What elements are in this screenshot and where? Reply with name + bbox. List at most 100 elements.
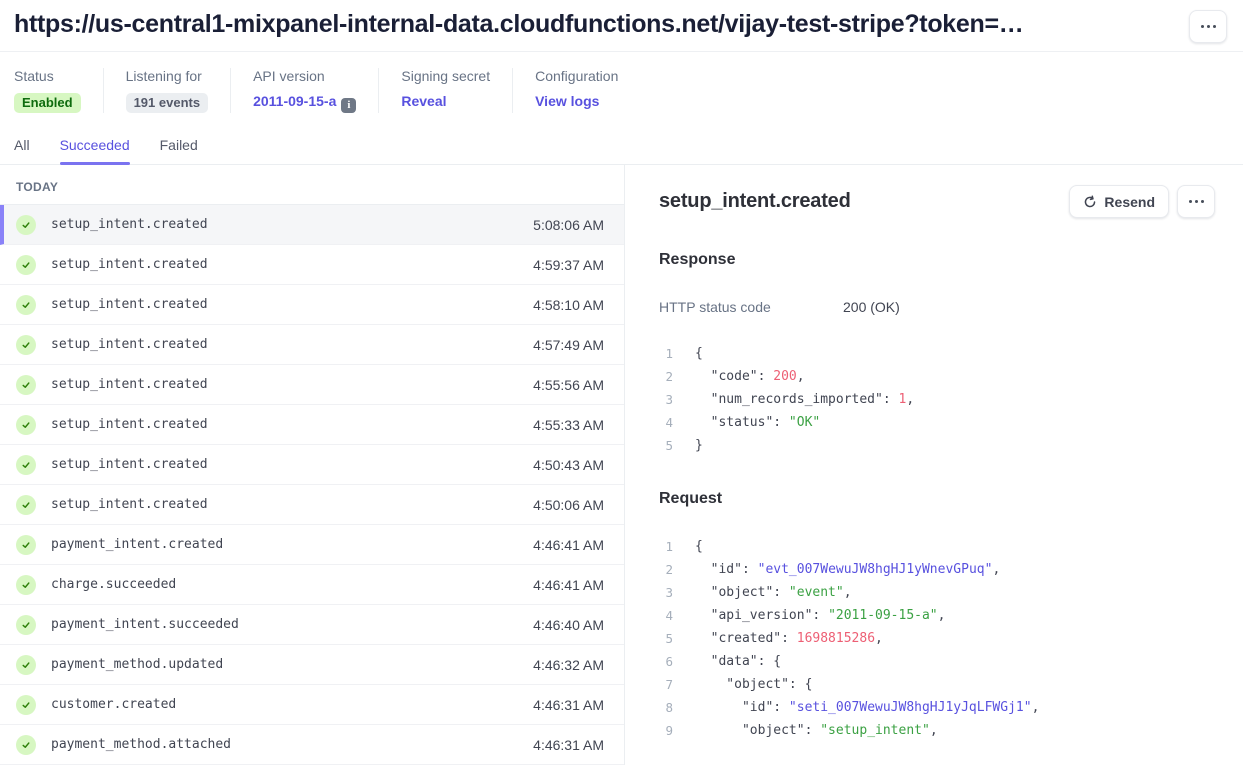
status-col-api-version: API version 2011-09-15-a i — [230, 68, 378, 113]
event-list-item[interactable]: payment_method.updated4:46:32 AM — [0, 645, 624, 685]
code-token: 200 — [773, 365, 796, 388]
object-id-link[interactable]: "evt_007WewuJW8hgHJ1yWnevGPuq" — [758, 558, 993, 581]
event-name: payment_method.updated — [51, 657, 223, 672]
http-status-label: HTTP status code — [659, 299, 843, 315]
status-label: Status — [14, 68, 81, 84]
header-overflow-button[interactable] — [1189, 10, 1227, 43]
code-token: , — [992, 558, 1000, 581]
code-token: 1698815286 — [797, 627, 875, 650]
line-number: 2 — [659, 365, 673, 388]
code-token: , — [938, 604, 946, 627]
line-number: 4 — [659, 604, 673, 627]
request-code-block: 1{2 "id": "evt_007WewuJW8hgHJ1yWnevGPuq"… — [659, 535, 1215, 742]
code-token: { — [695, 342, 703, 365]
event-list-item[interactable]: setup_intent.created 4:55:33 AM — [0, 405, 624, 445]
event-name: payment_intent.succeeded — [51, 617, 239, 632]
tab-succeeded[interactable]: Succeeded — [60, 137, 130, 164]
code-line: 5} — [659, 434, 1215, 457]
event-name: setup_intent.created — [51, 337, 208, 352]
code-line: 1{ — [659, 342, 1215, 365]
event-list-item[interactable]: setup_intent.created4:57:49 AM — [0, 325, 624, 365]
code-token: , — [906, 388, 914, 411]
event-list-item[interactable]: setup_intent.created4:58:10 AM — [0, 285, 624, 325]
resend-button-label: Resend — [1104, 194, 1155, 210]
event-list-item[interactable]: charge.succeeded4:46:41 AM — [0, 565, 624, 605]
success-check-icon — [16, 255, 36, 275]
event-time: 5:08:06 AM — [533, 217, 604, 233]
event-group-header: TODAY — [0, 165, 624, 205]
event-name: payment_method.attached — [51, 737, 231, 752]
event-name: setup_intent.created — [51, 417, 208, 432]
http-status-value: 200 (OK) — [843, 299, 900, 315]
event-time: 4:59:37 AM — [533, 257, 604, 273]
request-section-heading: Request — [659, 490, 1215, 508]
success-check-icon — [16, 695, 36, 715]
object-id-link[interactable]: "seti_007WewuJW8hgHJ1yJqLFWGj1" — [789, 696, 1032, 719]
detail-header: setup_intent.created Resend — [659, 185, 1215, 218]
status-col-listening: Listening for 191 events — [103, 68, 231, 113]
status-bar: Status Enabled Listening for 191 events … — [0, 52, 1243, 127]
event-name: payment_intent.created — [51, 537, 223, 552]
code-line: 3 "object": "event", — [659, 581, 1215, 604]
success-check-icon — [16, 495, 36, 515]
response-code-block: 1{2 "code": 200,3 "num_records_imported"… — [659, 342, 1215, 457]
code-line: 6 "data": { — [659, 650, 1215, 673]
line-number: 1 — [659, 342, 673, 365]
code-token: "object": — [695, 719, 820, 742]
event-list-item[interactable]: payment_intent.created 4:46:41 AM — [0, 525, 624, 565]
success-check-icon — [16, 295, 36, 315]
code-line: 8 "id": "seti_007WewuJW8hgHJ1yJqLFWGj1", — [659, 696, 1215, 719]
ellipsis-icon — [1201, 25, 1216, 28]
code-token: "setup_intent" — [820, 719, 930, 742]
event-list-item[interactable]: payment_method.attached4:46:31 AM — [0, 725, 624, 765]
event-name: setup_intent.created — [51, 297, 208, 312]
success-check-icon — [16, 655, 36, 675]
event-time: 4:50:06 AM — [533, 497, 604, 513]
code-token: "api_version": — [695, 604, 828, 627]
event-list-item[interactable]: setup_intent.created 5:08:06 AM — [0, 205, 624, 245]
line-number: 5 — [659, 434, 673, 457]
detail-overflow-button[interactable] — [1177, 185, 1215, 218]
code-token: "OK" — [789, 411, 820, 434]
code-token: "id": — [695, 696, 789, 719]
event-list-item[interactable]: setup_intent.created4:50:06 AM — [0, 485, 624, 525]
resend-button[interactable]: Resend — [1069, 185, 1169, 218]
response-section-heading: Response — [659, 251, 1215, 269]
event-name: setup_intent.created — [51, 257, 208, 272]
event-time: 4:46:41 AM — [533, 537, 604, 553]
success-check-icon — [16, 335, 36, 355]
success-check-icon — [16, 215, 36, 235]
event-list-item[interactable]: setup_intent.created 4:59:37 AM — [0, 245, 624, 285]
success-check-icon — [16, 535, 36, 555]
event-time: 4:55:33 AM — [533, 417, 604, 433]
status-col-configuration: Configuration View logs — [512, 68, 640, 113]
event-list-item[interactable]: setup_intent.created4:50:43 AM — [0, 445, 624, 485]
api-version-link[interactable]: 2011-09-15-a — [253, 93, 336, 109]
code-token: "id": — [695, 558, 758, 581]
info-icon[interactable]: i — [341, 98, 356, 113]
ellipsis-icon — [1189, 200, 1204, 203]
success-check-icon — [16, 735, 36, 755]
status-col-signing-secret: Signing secret Reveal — [378, 68, 512, 113]
code-line: 3 "num_records_imported": 1, — [659, 388, 1215, 411]
event-list-item[interactable]: customer.created4:46:31 AM — [0, 685, 624, 725]
event-list-pane: TODAY setup_intent.created5:08:06 AMsetu… — [0, 165, 625, 765]
tab-all[interactable]: All — [14, 137, 30, 164]
event-time: 4:50:43 AM — [533, 457, 604, 473]
tab-failed[interactable]: Failed — [160, 137, 198, 164]
webhook-url-title: https://us-central1-mixpanel-internal-da… — [14, 10, 1023, 39]
view-logs-link[interactable]: View logs — [535, 93, 599, 109]
code-token: , — [875, 627, 883, 650]
event-list-item[interactable]: setup_intent.created4:55:56 AM — [0, 365, 624, 405]
event-list-item[interactable]: payment_intent.succeeded4:46:40 AM — [0, 605, 624, 645]
code-token: "object": { — [695, 673, 812, 696]
api-version-label: API version — [253, 68, 356, 84]
event-detail-title: setup_intent.created — [659, 190, 851, 213]
line-number: 7 — [659, 673, 673, 696]
code-line: 4 "status": "OK" — [659, 411, 1215, 434]
event-name: setup_intent.created — [51, 377, 208, 392]
reveal-secret-link[interactable]: Reveal — [401, 93, 446, 109]
line-number: 3 — [659, 581, 673, 604]
event-name: setup_intent.created — [51, 217, 208, 232]
event-time: 4:46:31 AM — [533, 697, 604, 713]
